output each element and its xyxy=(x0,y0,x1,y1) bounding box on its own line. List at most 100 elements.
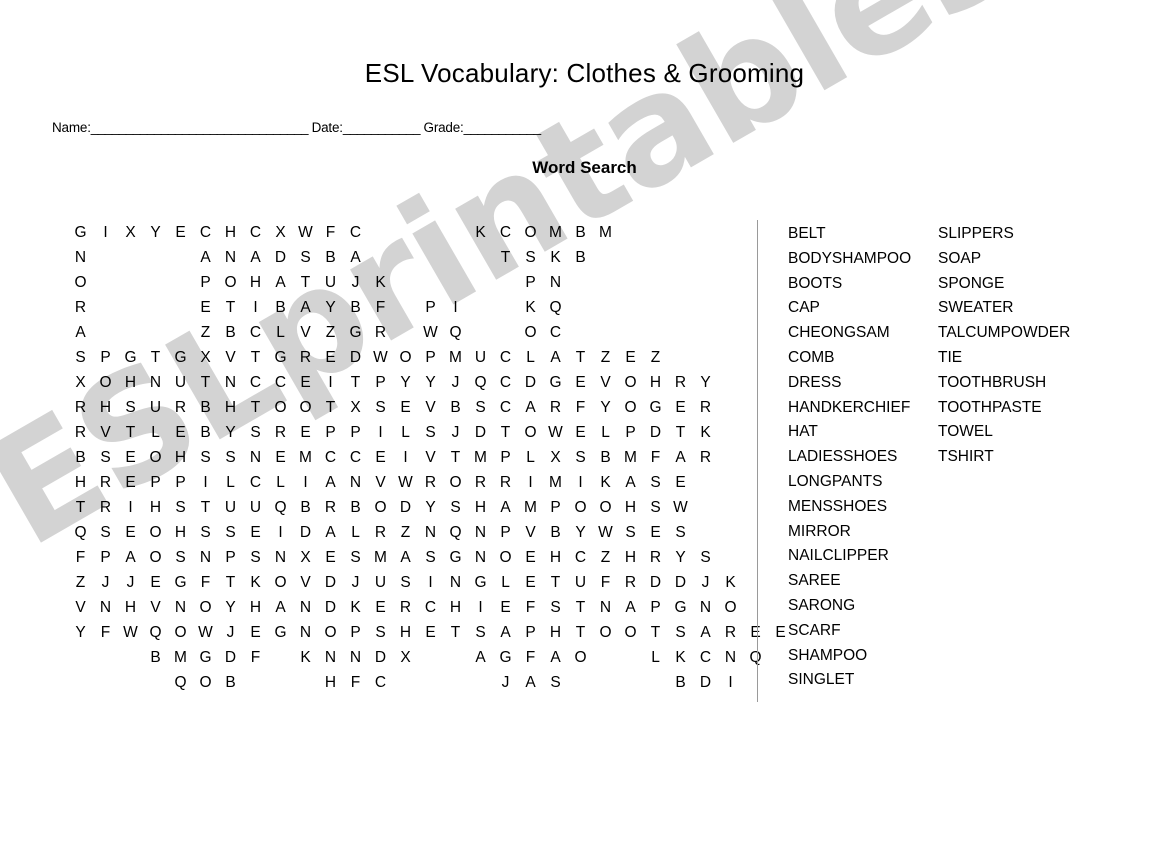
grid-letter[interactable]: S xyxy=(343,545,368,570)
grid-letter[interactable]: I xyxy=(243,295,268,320)
grid-letter[interactable]: C xyxy=(243,320,268,345)
grid-letter[interactable]: L xyxy=(343,520,368,545)
grid-letter[interactable]: H xyxy=(168,445,193,470)
grid-letter[interactable]: D xyxy=(318,570,343,595)
grid-letter[interactable]: A xyxy=(393,545,418,570)
grid-letter[interactable]: G xyxy=(268,345,293,370)
grid-letter[interactable]: Q xyxy=(143,620,168,645)
grid-letter[interactable]: A xyxy=(468,645,493,670)
grid-letter[interactable]: E xyxy=(393,395,418,420)
grid-letter[interactable]: S xyxy=(293,245,318,270)
grid-letter[interactable]: H xyxy=(618,545,643,570)
grid-letter[interactable]: X xyxy=(68,370,93,395)
grid-letter[interactable]: H xyxy=(643,370,668,395)
grid-letter[interactable]: L xyxy=(393,420,418,445)
grid-letter[interactable]: S xyxy=(218,445,243,470)
grid-letter[interactable]: T xyxy=(443,620,468,645)
grid-letter[interactable]: O xyxy=(193,595,218,620)
grid-letter[interactable]: O xyxy=(68,270,93,295)
grid-letter[interactable]: F xyxy=(643,445,668,470)
date-blank[interactable]: ___________ xyxy=(343,120,421,135)
grid-letter[interactable]: S xyxy=(168,495,193,520)
grid-letter[interactable]: N xyxy=(93,595,118,620)
grid-letter[interactable]: G xyxy=(168,345,193,370)
grid-letter[interactable]: E xyxy=(418,620,443,645)
grid-letter[interactable]: B xyxy=(593,445,618,470)
grid-letter[interactable]: C xyxy=(343,220,368,245)
grid-letter[interactable]: O xyxy=(518,320,543,345)
grid-letter[interactable]: C xyxy=(568,545,593,570)
grid-letter[interactable]: T xyxy=(143,345,168,370)
grid-letter[interactable]: J xyxy=(693,570,718,595)
grid-letter[interactable]: N xyxy=(168,595,193,620)
grid-letter[interactable]: T xyxy=(443,445,468,470)
grid-letter[interactable]: Y xyxy=(568,520,593,545)
grade-blank[interactable]: ___________ xyxy=(464,120,542,135)
grid-letter[interactable]: P xyxy=(643,595,668,620)
grid-letter[interactable]: N xyxy=(293,595,318,620)
grid-letter[interactable]: D xyxy=(518,370,543,395)
grid-letter[interactable]: P xyxy=(543,495,568,520)
grid-letter[interactable]: S xyxy=(368,395,393,420)
grid-letter[interactable]: X xyxy=(543,445,568,470)
grid-letter[interactable]: U xyxy=(168,370,193,395)
grid-letter[interactable]: N xyxy=(143,370,168,395)
grid-letter[interactable]: V xyxy=(218,345,243,370)
grid-letter[interactable]: S xyxy=(443,495,468,520)
grid-letter[interactable]: G xyxy=(343,320,368,345)
grid-letter[interactable]: A xyxy=(68,320,93,345)
word-list-item[interactable]: DRESS xyxy=(788,371,911,396)
word-list-item[interactable]: MIRROR xyxy=(788,520,911,545)
grid-letter[interactable]: O xyxy=(618,395,643,420)
grid-letter[interactable]: R xyxy=(268,420,293,445)
word-list-item[interactable]: TALCUMPOWDER xyxy=(938,321,1070,346)
grid-letter[interactable]: F xyxy=(93,620,118,645)
grid-letter[interactable]: R xyxy=(68,395,93,420)
grid-letter[interactable]: E xyxy=(318,545,343,570)
grid-letter[interactable]: O xyxy=(568,495,593,520)
grid-letter[interactable]: F xyxy=(568,395,593,420)
grid-letter[interactable]: O xyxy=(143,520,168,545)
grid-letter[interactable]: M xyxy=(293,445,318,470)
grid-letter[interactable]: J xyxy=(443,420,468,445)
name-blank[interactable]: _______________________________ xyxy=(91,120,309,135)
grid-letter[interactable]: B xyxy=(443,395,468,420)
word-list-item[interactable]: CHEONGSAM xyxy=(788,321,911,346)
grid-letter[interactable]: I xyxy=(393,445,418,470)
grid-letter[interactable]: I xyxy=(193,470,218,495)
grid-letter[interactable]: U xyxy=(218,495,243,520)
grid-letter[interactable]: N xyxy=(343,645,368,670)
word-list-item[interactable]: TOOTHBRUSH xyxy=(938,371,1070,396)
grid-letter[interactable]: N xyxy=(218,245,243,270)
word-list-item[interactable]: MENSSHOES xyxy=(788,495,911,520)
grid-letter[interactable]: P xyxy=(493,445,518,470)
grid-letter[interactable]: H xyxy=(243,595,268,620)
grid-letter[interactable]: W xyxy=(543,420,568,445)
grid-letter[interactable]: S xyxy=(543,595,568,620)
grid-letter[interactable]: S xyxy=(643,495,668,520)
grid-letter[interactable]: W xyxy=(418,320,443,345)
grid-letter[interactable]: E xyxy=(668,395,693,420)
grid-letter[interactable]: M xyxy=(593,220,618,245)
grid-letter[interactable]: N xyxy=(543,270,568,295)
grid-letter[interactable]: R xyxy=(93,470,118,495)
grid-letter[interactable]: B xyxy=(568,245,593,270)
grid-letter[interactable]: O xyxy=(268,570,293,595)
grid-letter[interactable]: U xyxy=(143,395,168,420)
grid-letter[interactable]: L xyxy=(268,320,293,345)
grid-letter[interactable]: Z xyxy=(393,520,418,545)
grid-letter[interactable]: S xyxy=(393,570,418,595)
grid-letter[interactable]: H xyxy=(243,270,268,295)
grid-letter[interactable]: A xyxy=(668,445,693,470)
grid-letter[interactable]: U xyxy=(468,345,493,370)
grid-letter[interactable]: F xyxy=(68,545,93,570)
word-list-item[interactable]: CAP xyxy=(788,296,911,321)
grid-letter[interactable]: A xyxy=(343,245,368,270)
grid-letter[interactable]: G xyxy=(118,345,143,370)
grid-letter[interactable]: E xyxy=(118,520,143,545)
grid-letter[interactable]: B xyxy=(343,295,368,320)
grid-letter[interactable]: T xyxy=(568,620,593,645)
grid-letter[interactable]: V xyxy=(418,395,443,420)
grid-letter[interactable]: T xyxy=(218,295,243,320)
grid-letter[interactable]: V xyxy=(593,370,618,395)
